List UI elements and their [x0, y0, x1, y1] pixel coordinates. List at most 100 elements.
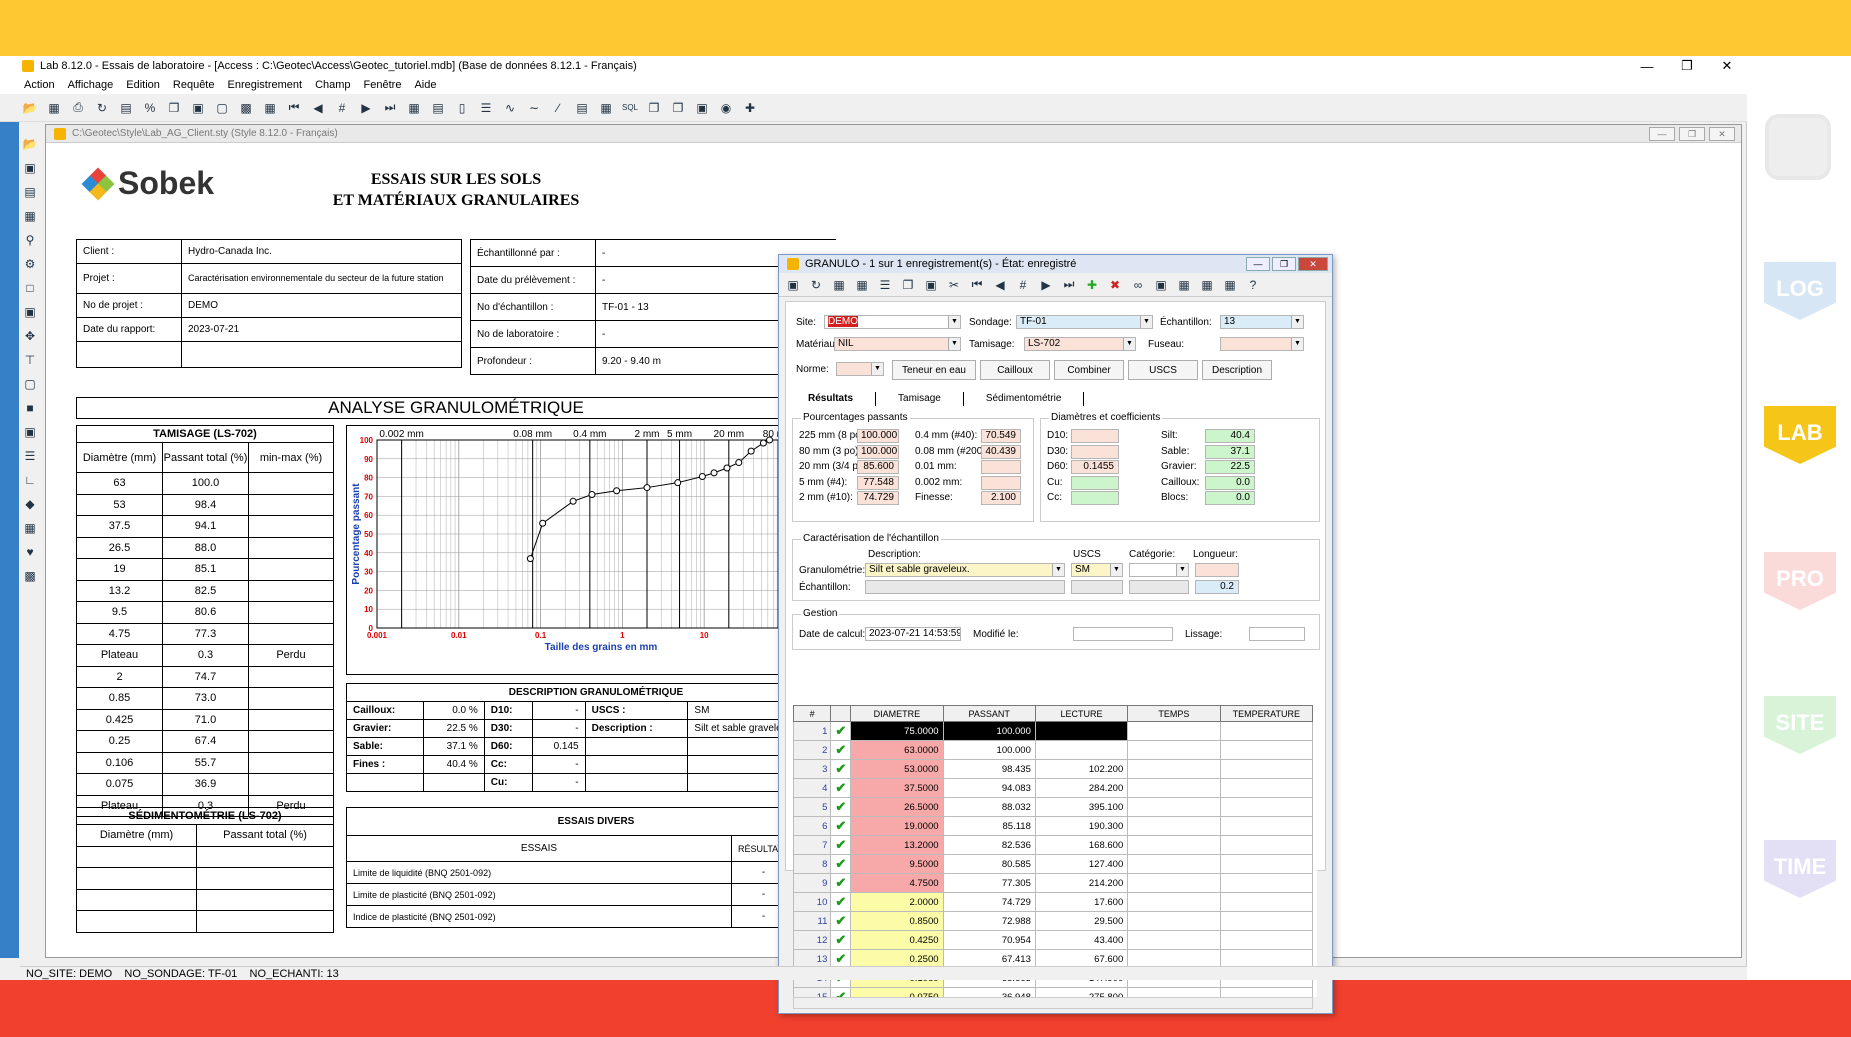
- g-hash-icon[interactable]: #: [1015, 277, 1031, 293]
- description-button[interactable]: Description: [1202, 360, 1272, 380]
- results-row[interactable]: 7 ✔ 13.2000 82.536 168.600: [793, 835, 1314, 855]
- open-icon[interactable]: 📂: [22, 100, 38, 116]
- modifie-field[interactable]: [1073, 627, 1173, 641]
- check-icon[interactable]: ✔: [830, 835, 852, 855]
- passant-cell[interactable]: 98.435: [942, 759, 1036, 779]
- combiner-button[interactable]: Combiner: [1054, 360, 1124, 380]
- temps-cell[interactable]: [1127, 778, 1221, 798]
- doc-restore-button[interactable]: ❐: [1679, 127, 1705, 141]
- passant-cell[interactable]: 100.000: [942, 740, 1036, 760]
- globe-icon[interactable]: ◉: [718, 100, 734, 116]
- echantillon-field[interactable]: 13 ▼: [1220, 315, 1304, 329]
- lecture-cell[interactable]: [1034, 721, 1129, 741]
- granulo-minimize-button[interactable]: —: [1246, 257, 1270, 271]
- temps-cell[interactable]: [1127, 759, 1221, 779]
- tab-sedimentometrie[interactable]: Sédimentométrie: [964, 392, 1085, 406]
- frame-icon[interactable]: ▢: [214, 100, 230, 116]
- temperature-cell[interactable]: [1219, 797, 1314, 817]
- check-icon[interactable]: ✔: [830, 892, 852, 912]
- minimize-button[interactable]: —: [1627, 56, 1667, 76]
- menu-affichage[interactable]: Affichage: [68, 79, 114, 91]
- diametre-cell[interactable]: 53.0000: [850, 759, 944, 779]
- temperature-cell[interactable]: [1219, 911, 1314, 931]
- site-field[interactable]: DEMO ▼: [824, 315, 961, 329]
- lecture-cell[interactable]: 127.400: [1034, 854, 1129, 874]
- dc-value-field[interactable]: 22.5: [1205, 460, 1255, 474]
- check-icon[interactable]: ✔: [830, 759, 852, 779]
- passant-cell[interactable]: 72.988: [942, 911, 1036, 931]
- results-row[interactable]: 10 ✔ 2.0000 74.729 17.600: [793, 892, 1314, 912]
- lecture-cell[interactable]: 275.800: [1034, 987, 1129, 997]
- categorie-field[interactable]: ▼: [1129, 563, 1189, 577]
- g-cut-icon[interactable]: ✂: [946, 277, 962, 293]
- results-row[interactable]: 9 ✔ 4.7500 77.305 214.200: [793, 873, 1314, 893]
- passant-cell[interactable]: 85.118: [942, 816, 1036, 836]
- passant-cell[interactable]: 82.536: [942, 835, 1036, 855]
- chevron-down-icon[interactable]: ▼: [948, 338, 960, 350]
- check-icon[interactable]: ✔: [830, 873, 852, 893]
- doc-minimize-button[interactable]: —: [1649, 127, 1675, 141]
- move-icon[interactable]: ✥: [22, 328, 38, 344]
- g-table-icon[interactable]: ▦: [854, 277, 870, 293]
- results-row[interactable]: 8 ✔ 9.5000 80.585 127.400: [793, 854, 1314, 874]
- diametre-cell[interactable]: 26.5000: [850, 797, 944, 817]
- results-header[interactable]: LECTURE: [1034, 705, 1129, 722]
- g-prev-icon[interactable]: ◀: [992, 277, 1008, 293]
- database-icon[interactable]: ▦: [46, 100, 62, 116]
- save-icon[interactable]: ▣: [22, 160, 38, 176]
- g-next-icon[interactable]: ▶: [1038, 277, 1054, 293]
- teneur-en-eau-button[interactable]: Teneur en eau: [892, 360, 976, 380]
- g-import-icon[interactable]: ▦: [1176, 277, 1192, 293]
- diametre-cell[interactable]: 9.5000: [850, 854, 944, 874]
- diametre-cell[interactable]: 0.8500: [850, 911, 944, 931]
- windows-icon[interactable]: ❐: [670, 100, 686, 116]
- temps-cell[interactable]: [1127, 987, 1221, 997]
- grid-icon[interactable]: ▦: [262, 100, 278, 116]
- chart-icon[interactable]: ▤: [118, 100, 134, 116]
- prev-icon[interactable]: ◀: [310, 100, 326, 116]
- echantillon-desc-field[interactable]: [865, 580, 1065, 594]
- sondage-field[interactable]: TF-01 ▼: [1016, 315, 1153, 329]
- print-icon[interactable]: ⎙: [70, 100, 86, 116]
- map-icon[interactable]: ▦: [406, 100, 422, 116]
- curve-icon[interactable]: ∿: [502, 100, 518, 116]
- resize-icon[interactable]: ▢: [22, 376, 38, 392]
- dc-value-field[interactable]: [1071, 444, 1119, 459]
- temps-cell[interactable]: [1127, 930, 1221, 950]
- layers-icon[interactable]: ☰: [478, 100, 494, 116]
- results-row[interactable]: 2 ✔ 63.0000 100.000: [793, 740, 1314, 760]
- g-delete-icon[interactable]: ✖: [1107, 277, 1123, 293]
- temperature-cell[interactable]: [1219, 740, 1314, 760]
- results-row[interactable]: 1 ✔ 75.0000 100.000: [793, 721, 1314, 741]
- dc-value-field[interactable]: 0.0: [1205, 475, 1255, 490]
- chevron-down-icon[interactable]: ▼: [1052, 564, 1064, 576]
- first-icon[interactable]: ⏮: [286, 100, 302, 116]
- menu-enregistrement[interactable]: Enregistrement: [227, 79, 302, 91]
- lecture-cell[interactable]: 395.100: [1034, 797, 1129, 817]
- results-row[interactable]: 5 ✔ 26.5000 88.032 395.100: [793, 797, 1314, 817]
- check-icon[interactable]: ✔: [830, 911, 852, 931]
- results-header[interactable]: #: [793, 705, 832, 722]
- pp-value-field[interactable]: 100.000: [857, 444, 899, 459]
- g-list-icon[interactable]: ☰: [877, 277, 893, 293]
- pp-value-field[interactable]: 40.439: [981, 444, 1021, 459]
- dc-value-field[interactable]: 0.1455: [1071, 460, 1119, 474]
- temperature-cell[interactable]: [1219, 854, 1314, 874]
- pp-value-field[interactable]: 70.549: [981, 429, 1021, 443]
- results-row[interactable]: 3 ✔ 53.0000 98.435 102.200: [793, 759, 1314, 779]
- label-icon[interactable]: ▣: [22, 424, 38, 440]
- folder-icon[interactable]: 📂: [22, 136, 38, 152]
- tamisage-field[interactable]: LS-702 ▼: [1024, 337, 1136, 351]
- passant-cell[interactable]: 94.083: [942, 778, 1036, 798]
- g-help-icon[interactable]: ?: [1245, 277, 1261, 293]
- next-icon[interactable]: ▶: [358, 100, 374, 116]
- passant-cell[interactable]: 80.585: [942, 854, 1036, 874]
- temperature-cell[interactable]: [1219, 759, 1314, 779]
- chevron-down-icon[interactable]: ▼: [871, 363, 883, 375]
- results-row[interactable]: 15 ✔ 0.0750 36.948 275.800: [793, 987, 1314, 997]
- lecture-cell[interactable]: [1034, 740, 1129, 760]
- diametre-cell[interactable]: 63.0000: [850, 740, 944, 760]
- echantillon-longueur-field[interactable]: 0.2: [1195, 580, 1239, 594]
- menu-requete[interactable]: Requête: [173, 79, 215, 91]
- menu-fenetre[interactable]: Fenêtre: [364, 79, 402, 91]
